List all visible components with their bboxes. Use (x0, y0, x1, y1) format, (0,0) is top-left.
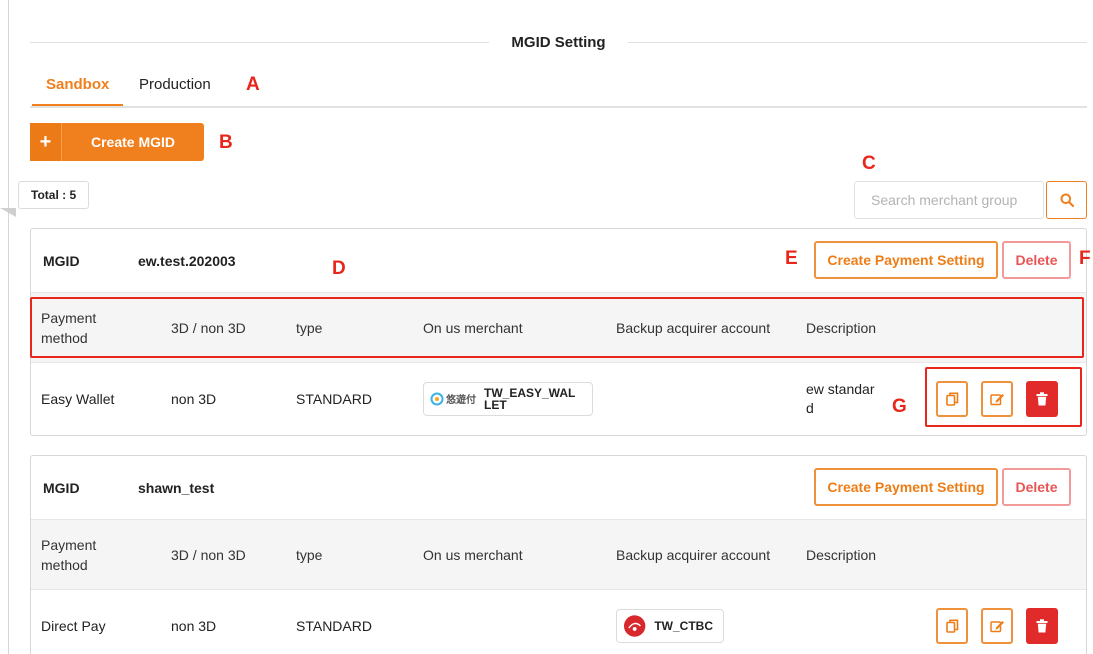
copy-button[interactable] (936, 380, 968, 417)
column-header-description: Description (806, 546, 877, 563)
page-title: MGID Setting (511, 33, 606, 51)
copy-icon (945, 392, 958, 406)
cell-description: ew standard (806, 380, 875, 416)
column-header-backup-acquirer: Backup acquirer account (616, 319, 771, 336)
create-mgid-label: Create MGID (90, 134, 176, 150)
edit-button[interactable] (981, 380, 1013, 417)
annotation-b: B (219, 132, 233, 153)
column-header-on-us-merchant: On us merchant (423, 546, 523, 563)
column-header-type: type (296, 546, 323, 563)
cell-3d: non 3D (171, 617, 217, 634)
create-mgid-button[interactable]: + Create MGID (30, 123, 204, 161)
cell-type: STANDARD (296, 617, 372, 634)
mgid-value: shawn_test (138, 479, 215, 496)
copy-icon (945, 619, 958, 633)
search-merchant-group-input[interactable] (854, 181, 1044, 219)
column-header-3d: 3D / non 3D (171, 546, 246, 563)
column-header-description: Description (806, 319, 877, 336)
create-payment-setting-button[interactable]: Create Payment Setting (814, 241, 998, 279)
mgid-card: MGID shawn_test Create Payment Setting D… (30, 455, 1087, 654)
divider (627, 41, 1088, 43)
on-us-merchant-chip: 悠遊付 TW_EASY_WALLET (423, 381, 593, 416)
delete-row-button[interactable] (1026, 380, 1058, 417)
edit-icon (989, 620, 1004, 632)
trash-icon (1036, 618, 1048, 632)
ctbc-bank-logo-icon (623, 614, 646, 637)
create-payment-setting-button[interactable]: Create Payment Setting (814, 468, 998, 506)
tab-production[interactable]: Production (139, 76, 211, 93)
edit-icon (989, 393, 1004, 405)
cell-type: STANDARD (296, 390, 372, 407)
mgid-label: MGID (43, 479, 80, 496)
search-icon (1060, 193, 1074, 207)
tab-sandbox[interactable]: Sandbox (31, 76, 124, 106)
table-row: Easy Wallet non 3D STANDARD 悠遊付 TW_EASY_… (31, 363, 1086, 434)
mgid-card: MGID ew.test.202003 Create Payment Setti… (30, 228, 1087, 436)
mgid-card-header: MGID shawn_test Create Payment Setting D… (31, 456, 1086, 520)
column-header-backup-acquirer: Backup acquirer account (616, 546, 771, 563)
copy-button[interactable] (936, 607, 968, 644)
mgid-value: ew.test.202003 (138, 252, 236, 269)
cell-payment-method: Direct Pay (41, 617, 106, 634)
delete-row-button[interactable] (1026, 607, 1058, 644)
annotation-a: A (246, 74, 260, 95)
column-header-payment-method: Payment method (41, 309, 97, 346)
trash-icon (1036, 391, 1048, 405)
easy-wallet-logo-icon (430, 392, 444, 405)
mgid-label: MGID (43, 252, 80, 269)
table-row: Direct Pay non 3D STANDARD TW_CTBC (31, 590, 1086, 654)
delete-mgid-button[interactable]: Delete (1002, 241, 1071, 279)
search-button[interactable] (1046, 181, 1087, 219)
edit-button[interactable] (981, 607, 1013, 644)
annotation-d: D (332, 258, 346, 279)
divider (30, 41, 490, 43)
section-title-bar: MGID Setting (30, 30, 1088, 54)
column-header-3d: 3D / non 3D (171, 319, 246, 336)
easy-wallet-logo-text: 悠遊付 (446, 395, 476, 406)
column-header-on-us-merchant: On us merchant (423, 319, 523, 336)
annotation-g: G (892, 396, 907, 417)
on-us-merchant-name: TW_EASY_WALLET (484, 385, 576, 412)
annotation-c: C (862, 153, 876, 174)
mgid-card-header: MGID ew.test.202003 Create Payment Setti… (31, 229, 1086, 293)
backup-acquirer-name: TW_CTBC (654, 618, 713, 633)
left-rail (8, 0, 9, 654)
column-header-payment-method: Payment method (41, 536, 97, 573)
plus-icon: + (30, 123, 62, 161)
environment-tabs: Sandbox Production (30, 70, 1087, 108)
cell-3d: non 3D (171, 390, 217, 407)
table-header-row: Payment method 3D / non 3D type On us me… (31, 293, 1086, 363)
badge-tail (0, 208, 16, 217)
annotation-e: E (785, 248, 798, 269)
backup-acquirer-chip: TW_CTBC (616, 608, 724, 643)
cell-payment-method: Easy Wallet (41, 390, 115, 407)
annotation-f: F (1079, 248, 1091, 269)
column-header-type: type (296, 319, 323, 336)
delete-mgid-button[interactable]: Delete (1002, 468, 1071, 506)
total-count-badge: Total : 5 (18, 181, 90, 209)
table-header-row: Payment method 3D / non 3D type On us me… (31, 520, 1086, 590)
